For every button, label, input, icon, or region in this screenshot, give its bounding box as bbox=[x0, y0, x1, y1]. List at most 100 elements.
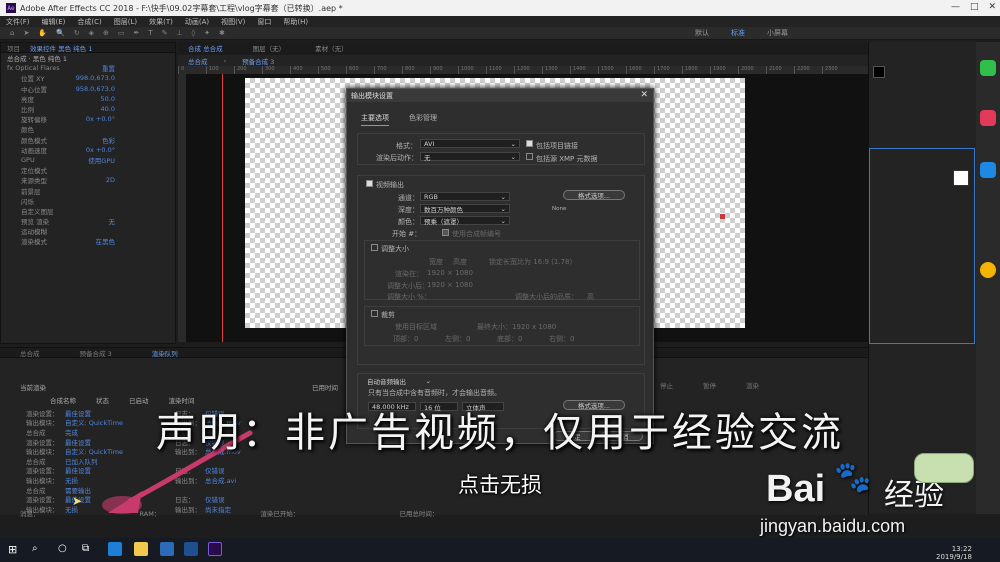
hand-tool-icon[interactable]: ✋ bbox=[38, 29, 47, 37]
property-value[interactable]: 0x +0.0° bbox=[86, 115, 115, 123]
fill-color-swatch[interactable] bbox=[953, 170, 969, 186]
lens-flare-center-marker[interactable] bbox=[720, 214, 725, 219]
menu-item-0[interactable]: 文件(F) bbox=[6, 17, 30, 27]
tab-render-queue[interactable]: 渲染队列 bbox=[152, 348, 178, 358]
effect-property-row[interactable]: GPU 使用GPU bbox=[1, 155, 175, 165]
notes-app-icon[interactable] bbox=[980, 262, 996, 278]
tab-footage[interactable]: 素材（无） bbox=[315, 43, 348, 53]
pan-tool-icon[interactable]: ⊕ bbox=[103, 29, 109, 37]
menu-item-7[interactable]: 窗口 bbox=[257, 17, 271, 27]
menu-item-8[interactable]: 帮助(H) bbox=[283, 17, 308, 27]
tab-main-options[interactable]: 主要选项 bbox=[361, 113, 389, 126]
puppet-tool-icon[interactable]: ✱ bbox=[219, 29, 225, 37]
stop-button[interactable]: 停止 bbox=[660, 380, 673, 390]
property-value[interactable]: 重置 bbox=[102, 63, 115, 73]
breadcrumb-precomp[interactable]: 预备合成 3 bbox=[242, 56, 274, 66]
effect-property-row[interactable]: 亮度 50.0 bbox=[1, 94, 175, 104]
app-icon-2[interactable] bbox=[184, 542, 198, 556]
effect-property-row[interactable]: 运动模糊 bbox=[1, 226, 175, 236]
effect-property-row[interactable]: 渲染模式 在黑色 bbox=[1, 236, 175, 246]
effect-property-row[interactable]: 旋转偏移 0x +0.0° bbox=[1, 114, 175, 124]
home-icon[interactable]: ⌂ bbox=[10, 29, 14, 37]
render-button[interactable]: 渲染 bbox=[746, 380, 759, 390]
app-icon-1[interactable] bbox=[160, 542, 174, 556]
workspace-default[interactable]: 默认 bbox=[695, 28, 709, 38]
close-button[interactable]: ✕ bbox=[988, 2, 996, 12]
property-value[interactable]: 998.0,673.0 bbox=[76, 74, 115, 82]
menu-item-5[interactable]: 动画(A) bbox=[185, 17, 209, 27]
effect-property-row[interactable]: 比例 40.0 bbox=[1, 104, 175, 114]
zoom-tool-icon[interactable]: 🔍 bbox=[56, 29, 65, 37]
workspace-small-screen[interactable]: 小屏幕 bbox=[767, 28, 788, 38]
include-xmp-checkbox[interactable] bbox=[526, 153, 533, 160]
floating-widget[interactable] bbox=[914, 453, 974, 483]
color-select[interactable]: 预乘（遮罩） ⌄ bbox=[420, 216, 510, 226]
rotate-tool-icon[interactable]: ↻ bbox=[74, 29, 80, 37]
browser-app-icon[interactable] bbox=[980, 162, 996, 178]
brush-tool-icon[interactable]: ✎ bbox=[162, 29, 168, 37]
effect-property-row[interactable]: 中心位置 958.0,673.0 bbox=[1, 84, 175, 94]
video-output-checkbox[interactable] bbox=[366, 180, 373, 187]
media-app-icon[interactable] bbox=[980, 110, 996, 126]
workspace-standard[interactable]: 标准 bbox=[731, 28, 745, 38]
camera-tool-icon[interactable]: ◈ bbox=[89, 29, 94, 37]
crop-checkbox[interactable] bbox=[371, 310, 378, 317]
property-value[interactable]: 40.0 bbox=[101, 105, 115, 113]
after-effects-taskbar-icon[interactable] bbox=[208, 542, 222, 556]
include-project-link-checkbox[interactable] bbox=[526, 140, 533, 147]
roto-tool-icon[interactable]: ✦ bbox=[204, 29, 210, 37]
channel-select[interactable]: RGB ⌄ bbox=[420, 192, 510, 201]
tab-layer[interactable]: 图层（无） bbox=[253, 43, 286, 53]
selection-tool-icon[interactable]: ➤ bbox=[23, 29, 29, 37]
effect-property-row[interactable]: 预览 渲染 无 bbox=[1, 216, 175, 226]
windows-start-icon[interactable]: ⊞ bbox=[8, 543, 17, 556]
tab-timeline-main[interactable]: 总合成 bbox=[20, 348, 40, 358]
pen-tool-icon[interactable]: ✒ bbox=[134, 29, 140, 37]
effect-property-row[interactable]: 动画速度 0x +0.0° bbox=[1, 145, 175, 155]
dialog-close-icon[interactable]: ✕ bbox=[640, 90, 648, 100]
cortana-icon[interactable]: ○ bbox=[58, 543, 67, 554]
file-explorer-icon[interactable] bbox=[134, 542, 148, 556]
stamp-tool-icon[interactable]: ⊥ bbox=[177, 29, 183, 37]
edge-browser-icon[interactable] bbox=[108, 542, 122, 556]
property-value[interactable]: 50.0 bbox=[101, 95, 115, 103]
effect-property-row[interactable]: 闪烁 bbox=[1, 196, 175, 206]
post-render-select[interactable]: 无 ⌄ bbox=[420, 152, 520, 162]
minimize-button[interactable]: — bbox=[951, 2, 960, 12]
format-select[interactable]: AVI ⌄ bbox=[420, 139, 520, 148]
resize-checkbox[interactable] bbox=[371, 244, 378, 251]
depth-select[interactable]: 数百万种颜色 ⌄ bbox=[420, 204, 510, 214]
property-value[interactable]: 使用GPU bbox=[88, 155, 115, 165]
tab-project[interactable]: 项目 bbox=[7, 43, 20, 53]
use-comp-frame-checkbox[interactable] bbox=[442, 229, 449, 236]
maximize-button[interactable]: □ bbox=[970, 2, 979, 12]
effect-property-row[interactable]: fx Optical Flares 重置 bbox=[1, 63, 175, 73]
tab-timeline-precomp[interactable]: 预备合成 3 bbox=[80, 348, 112, 358]
property-value[interactable]: 色彩 bbox=[102, 135, 115, 145]
property-value[interactable]: 在黑色 bbox=[96, 236, 116, 246]
rect-tool-icon[interactable]: ▭ bbox=[118, 29, 125, 37]
tab-composition[interactable]: 合成 总合成 bbox=[188, 43, 223, 53]
property-value[interactable]: 无 bbox=[109, 216, 116, 226]
effect-property-row[interactable]: 颜色 bbox=[1, 124, 175, 134]
search-icon[interactable]: ⌕ bbox=[32, 543, 38, 554]
menu-item-1[interactable]: 编辑(E) bbox=[42, 17, 66, 27]
effect-property-row[interactable]: 位置 XY 998.0,673.0 bbox=[1, 73, 175, 83]
property-value[interactable]: 2D bbox=[106, 176, 115, 184]
type-tool-icon[interactable]: T bbox=[148, 29, 152, 37]
tab-effect-controls[interactable]: 效果控件 黑色 纯色 1 bbox=[30, 43, 92, 53]
effect-property-row[interactable]: 来源类型 2D bbox=[1, 175, 175, 185]
menu-item-2[interactable]: 合成(C) bbox=[77, 17, 101, 27]
effect-property-row[interactable]: 颜色模式 色彩 bbox=[1, 135, 175, 145]
property-value[interactable]: 958.0,673.0 bbox=[76, 85, 115, 93]
color-swatch[interactable] bbox=[873, 66, 885, 78]
format-options-button[interactable]: 格式选项... bbox=[563, 190, 625, 200]
menu-item-4[interactable]: 效果(T) bbox=[149, 17, 173, 27]
effect-property-row[interactable]: 定位模式 bbox=[1, 165, 175, 175]
tab-color-management[interactable]: 色彩管理 bbox=[409, 113, 437, 126]
breadcrumb-main-comp[interactable]: 总合成 bbox=[188, 56, 208, 66]
property-value[interactable]: 0x +0.0° bbox=[86, 146, 115, 154]
audio-output-select[interactable]: 自动音频输出 ⌄ bbox=[364, 376, 434, 386]
menu-item-3[interactable]: 图层(L) bbox=[114, 17, 137, 27]
pause-button[interactable]: 暂停 bbox=[703, 380, 716, 390]
